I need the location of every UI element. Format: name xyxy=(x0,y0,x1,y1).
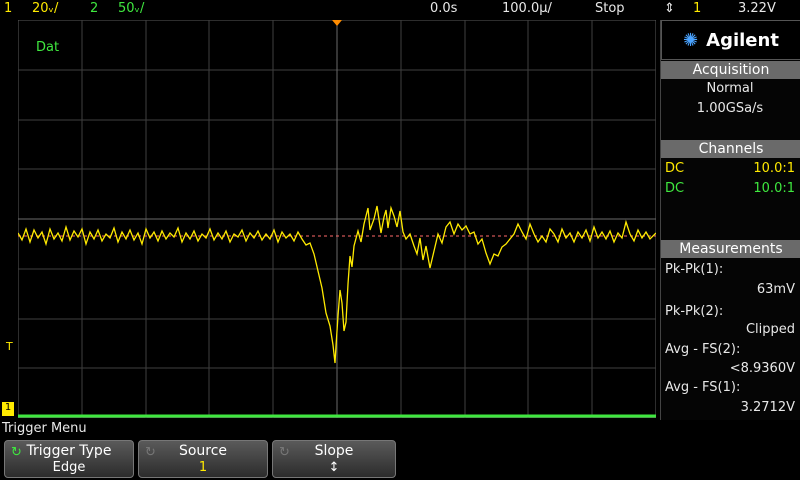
info-panel: ✺ Agilent Acquisition Normal 1.00GSa/s C… xyxy=(660,20,800,420)
meas-1-label: Pk-Pk(1): xyxy=(665,262,724,277)
trigger-edge-icon: ⇕ xyxy=(664,1,675,16)
softkey-value: Edge xyxy=(52,460,86,475)
trigger-source[interactable]: 1 xyxy=(693,1,701,16)
trace-label: Dat xyxy=(36,40,60,55)
channels-header[interactable]: Channels xyxy=(661,140,800,158)
softkey-label: Source xyxy=(178,443,228,459)
ch1-scale[interactable]: 20ᵥ/ xyxy=(32,1,58,16)
trigger-level[interactable]: 3.22V xyxy=(738,1,776,16)
time-position[interactable]: 0.0s xyxy=(430,1,457,16)
run-state[interactable]: Stop xyxy=(595,1,625,16)
slope-icon: ↕ xyxy=(328,460,340,475)
menu-title: Trigger Menu xyxy=(2,421,87,436)
softkey-label: Trigger Type xyxy=(26,443,112,459)
meas-2-value: Clipped xyxy=(745,322,795,337)
softkey-value: 1 xyxy=(198,460,208,475)
meas-2-label: Pk-Pk(2): xyxy=(665,304,724,319)
ch2-ground-marker[interactable]: 1 xyxy=(2,402,14,416)
meas-4-label: Avg - FS(1): xyxy=(665,380,741,395)
meas-1-value: 63mV xyxy=(756,282,795,297)
acquisition-header[interactable]: Acquisition xyxy=(661,61,800,79)
brand-name: Agilent xyxy=(706,29,779,51)
channel-2-probe: 10.0:1 xyxy=(753,181,795,196)
ch1-trigger-marker[interactable]: T xyxy=(6,340,16,358)
measurements-header[interactable]: Measurements xyxy=(661,240,800,258)
meas-3-label: Avg - FS(2): xyxy=(665,342,741,357)
softkey-label: Slope xyxy=(314,443,354,459)
brand-logo: ✺ Agilent xyxy=(661,20,800,60)
channel-1-probe: 10.0:1 xyxy=(753,161,795,176)
status-bar: 1 20ᵥ/ 2 50ᵥ/ 0.0s 100.0µ/ Stop ⇕ 1 3.22… xyxy=(0,0,800,20)
softkey-slope[interactable]: ↻ Slope ↕ xyxy=(272,440,396,478)
softkey-trigger-type[interactable]: ↻ Trigger Type Edge xyxy=(4,440,134,478)
graticule xyxy=(18,20,656,418)
acquisition-mode: Normal xyxy=(706,81,754,96)
ch2-number[interactable]: 2 xyxy=(90,1,98,16)
meas-4-value: 3.2712V xyxy=(740,400,795,415)
agilent-spark-icon: ✺ xyxy=(683,29,699,51)
meas-3-value: <8.9360V xyxy=(729,361,795,376)
time-scale[interactable]: 100.0µ/ xyxy=(502,1,552,16)
ch1-number[interactable]: 1 xyxy=(4,1,12,16)
softkey-source[interactable]: ↻ Source 1 xyxy=(138,440,268,478)
waveform-display[interactable]: Dat xyxy=(18,20,656,418)
ch2-scale[interactable]: 50ᵥ/ xyxy=(118,1,144,16)
sample-rate: 1.00GSa/s xyxy=(696,101,764,116)
